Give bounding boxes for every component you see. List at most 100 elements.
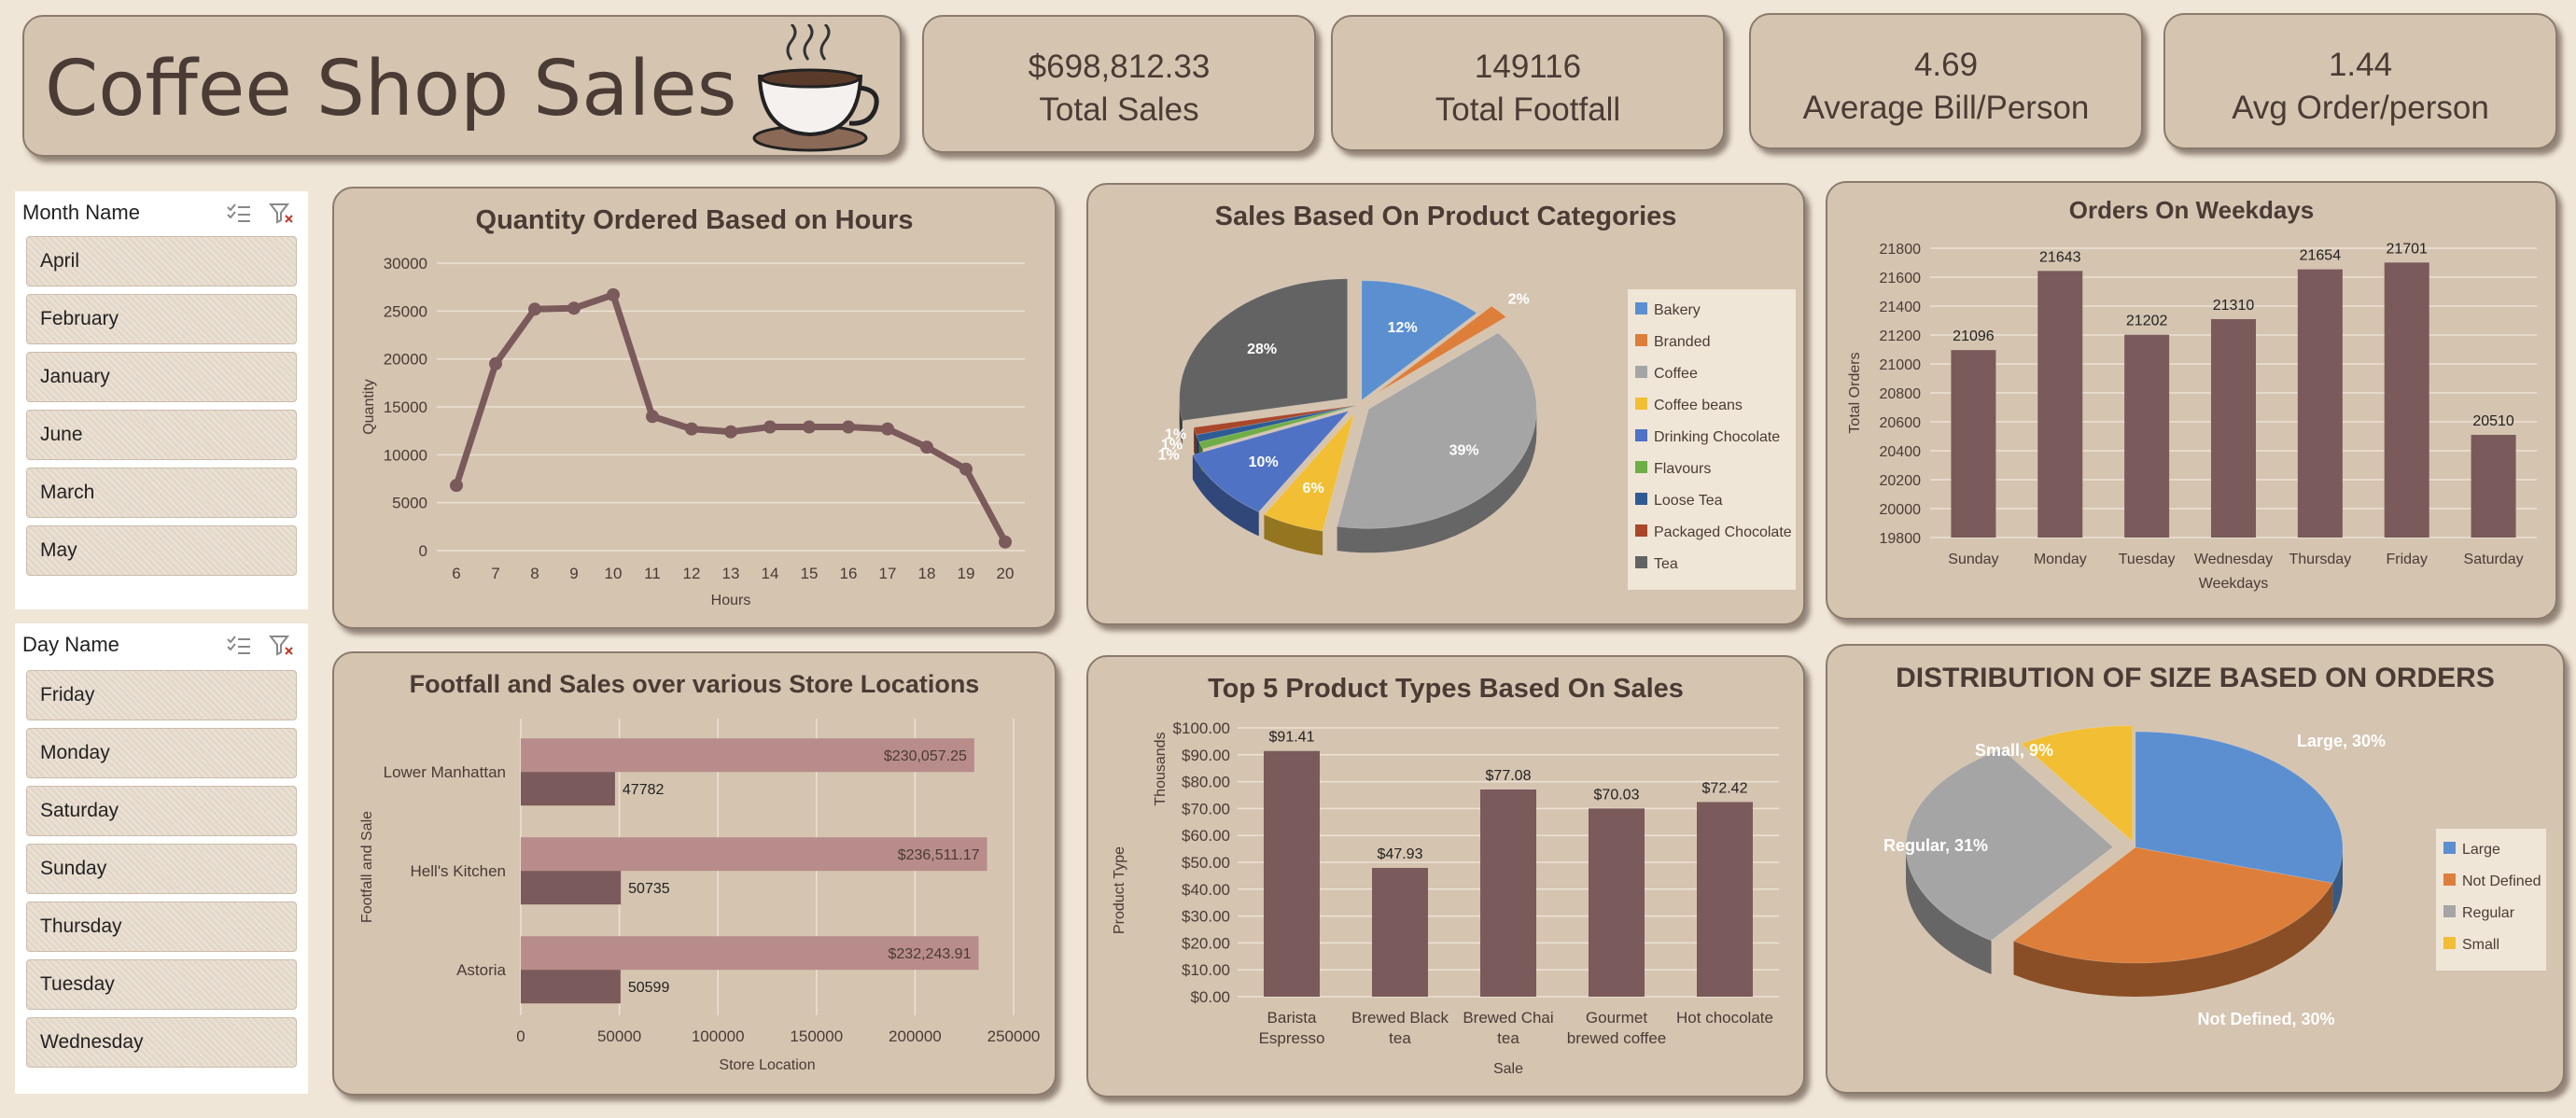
data-label: $70.03 [1594, 787, 1640, 803]
legend-swatch [2443, 842, 2456, 854]
kpi-label: Total Sales [1039, 91, 1199, 128]
y-tick-label: 20200 [1880, 473, 1922, 489]
kpi-value: 4.69 [1913, 47, 1979, 83]
slicer-item-january[interactable]: January [26, 352, 297, 402]
dashboard-title: Coffee Shop Sales [45, 45, 737, 133]
slicer-item-sunday[interactable]: Sunday [26, 844, 297, 894]
slice-label: 10% [1249, 454, 1279, 470]
legend-swatch [1635, 524, 1647, 537]
legend-label: Flavours [1654, 461, 1711, 477]
y-tick-label: 0 [419, 542, 427, 560]
slicer-item-wednesday[interactable]: Wednesday [26, 1017, 297, 1068]
multi-select-icon[interactable] [226, 635, 252, 657]
weekdays-chart-card: Orders On Weekdays 19800 20000 20200 20400 2… [1826, 181, 2557, 620]
slicer-item-tuesday[interactable]: Tuesday [26, 959, 297, 1010]
bar [1264, 750, 1320, 997]
legend-swatch [1635, 334, 1647, 346]
y-tick-label: $80.00 [1182, 774, 1230, 791]
kpi-total-sales: $698,812.33 Total Sales [922, 15, 1316, 153]
bar [2471, 434, 2516, 538]
y-tick-label: 21600 [1880, 271, 1922, 286]
day-slicer: Day Name Friday Monday Saturday Sunday T… [15, 623, 308, 1094]
legend-label: Packaged Chocolate [1654, 524, 1792, 540]
y-axis-label: Quantity [361, 379, 377, 435]
x-tick-label: Friday [2386, 552, 2427, 567]
y-tick-label: $60.00 [1182, 827, 1230, 845]
kpi-total-footfall: 149116 Total Footfall [1331, 15, 1725, 151]
clear-filter-icon[interactable] [268, 635, 295, 657]
data-label: 50735 [628, 881, 670, 897]
data-label: 21310 [2213, 298, 2255, 314]
x-tick-label: brewed coffee [1567, 1029, 1666, 1047]
slice-label: 2% [1508, 292, 1530, 308]
multi-select-icon[interactable] [226, 203, 252, 225]
data-point [450, 479, 463, 493]
bar [2124, 334, 2170, 538]
footfall-bar [521, 970, 621, 1004]
slicer-item-april[interactable]: April [26, 236, 297, 286]
data-label: $230,057.25 [884, 748, 967, 764]
y-tick-label: $40.00 [1182, 881, 1230, 899]
legend-swatch [1635, 493, 1647, 505]
slice-label: Large, 30% [2297, 732, 2386, 750]
slice-label: 12% [1388, 320, 1418, 336]
y-tick-label: $90.00 [1182, 747, 1230, 764]
data-point [567, 301, 581, 315]
y-tick-label: $0.00 [1190, 988, 1230, 1006]
x-tick-label: 15 [801, 565, 819, 582]
y-tick-label: 20600 [1880, 415, 1922, 431]
kpi-value: 1.44 [2328, 47, 2393, 83]
x-tick-label: 10 [605, 565, 623, 582]
slicer-item-february[interactable]: February [26, 294, 297, 344]
slicer-item-friday[interactable]: Friday [26, 670, 297, 720]
legend-swatch [2443, 873, 2456, 886]
y-tick-label: $10.00 [1182, 961, 1230, 979]
slicer-item-june[interactable]: June [26, 410, 297, 460]
data-label: $72.42 [1702, 780, 1748, 796]
data-label: $47.93 [1378, 846, 1423, 862]
products-chart-card: Top 5 Product Types Based On Sales $0.00… [1086, 655, 1805, 1097]
legend-label: Coffee beans [1654, 398, 1743, 413]
slicer-item-may[interactable]: May [26, 525, 297, 576]
legend-swatch [1635, 429, 1647, 441]
x-tick-label: Sunday [1948, 552, 1998, 567]
categories-pie-chart: 12%2%39%6%10%1%1%1%28%BakeryBrandedCoffe… [1158, 278, 1796, 590]
bar [1480, 790, 1536, 997]
x-tick-label: 0 [516, 1027, 525, 1045]
x-tick-label: 50000 [597, 1027, 641, 1045]
x-tick-label: Saturday [2464, 552, 2524, 567]
y-tick-label: $20.00 [1182, 934, 1230, 952]
legend-swatch [1635, 366, 1647, 378]
weekdays-bar-chart: 19800 20000 20200 20400 20600 20800 21000 21200… [1847, 241, 2537, 592]
y-tick-label: 19800 [1880, 531, 1922, 547]
hours-line-chart: 0 5000 10000 15000 20000 25000 30000 6 7 8 9 10 11 12… [361, 255, 1025, 608]
data-point [528, 302, 541, 316]
slicer-title: Month Name [22, 201, 140, 224]
slicer-item-saturday[interactable]: Saturday [26, 786, 297, 836]
data-point [489, 356, 502, 370]
slicer-item-thursday[interactable]: Thursday [26, 901, 297, 952]
y-tick-label: 25000 [384, 302, 427, 320]
x-tick-label: 13 [722, 565, 740, 582]
bar [1697, 802, 1753, 997]
data-point [881, 422, 894, 436]
y-tick-label: 20400 [1880, 444, 1922, 460]
data-point [959, 462, 973, 476]
hours-chart-card: Quantity Ordered Based on Hours 0 5000 100… [332, 187, 1057, 629]
y-tick-label: 20000 [1880, 502, 1922, 518]
slicer-item-march[interactable]: March [26, 468, 297, 518]
legend-label: Small [2462, 937, 2499, 953]
x-tick-label: Espresso [1259, 1029, 1325, 1047]
clear-filter-icon[interactable] [268, 203, 295, 225]
legend-label: Coffee [1654, 366, 1698, 382]
x-tick-label: 8 [530, 565, 539, 582]
x-tick-label: 11 [644, 565, 661, 582]
legend-swatch [2443, 937, 2456, 949]
x-tick-label: 150000 [790, 1027, 843, 1045]
x-axis-label: Sale [1493, 1061, 1523, 1077]
slicer-item-monday[interactable]: Monday [26, 728, 297, 778]
slice-label: 39% [1449, 442, 1479, 458]
categories-chart-card: Sales Based On Product Categories 12% 2% 3… [1086, 183, 1805, 625]
x-tick-label: tea [1497, 1029, 1519, 1047]
y-tick-label: 10000 [384, 446, 427, 464]
